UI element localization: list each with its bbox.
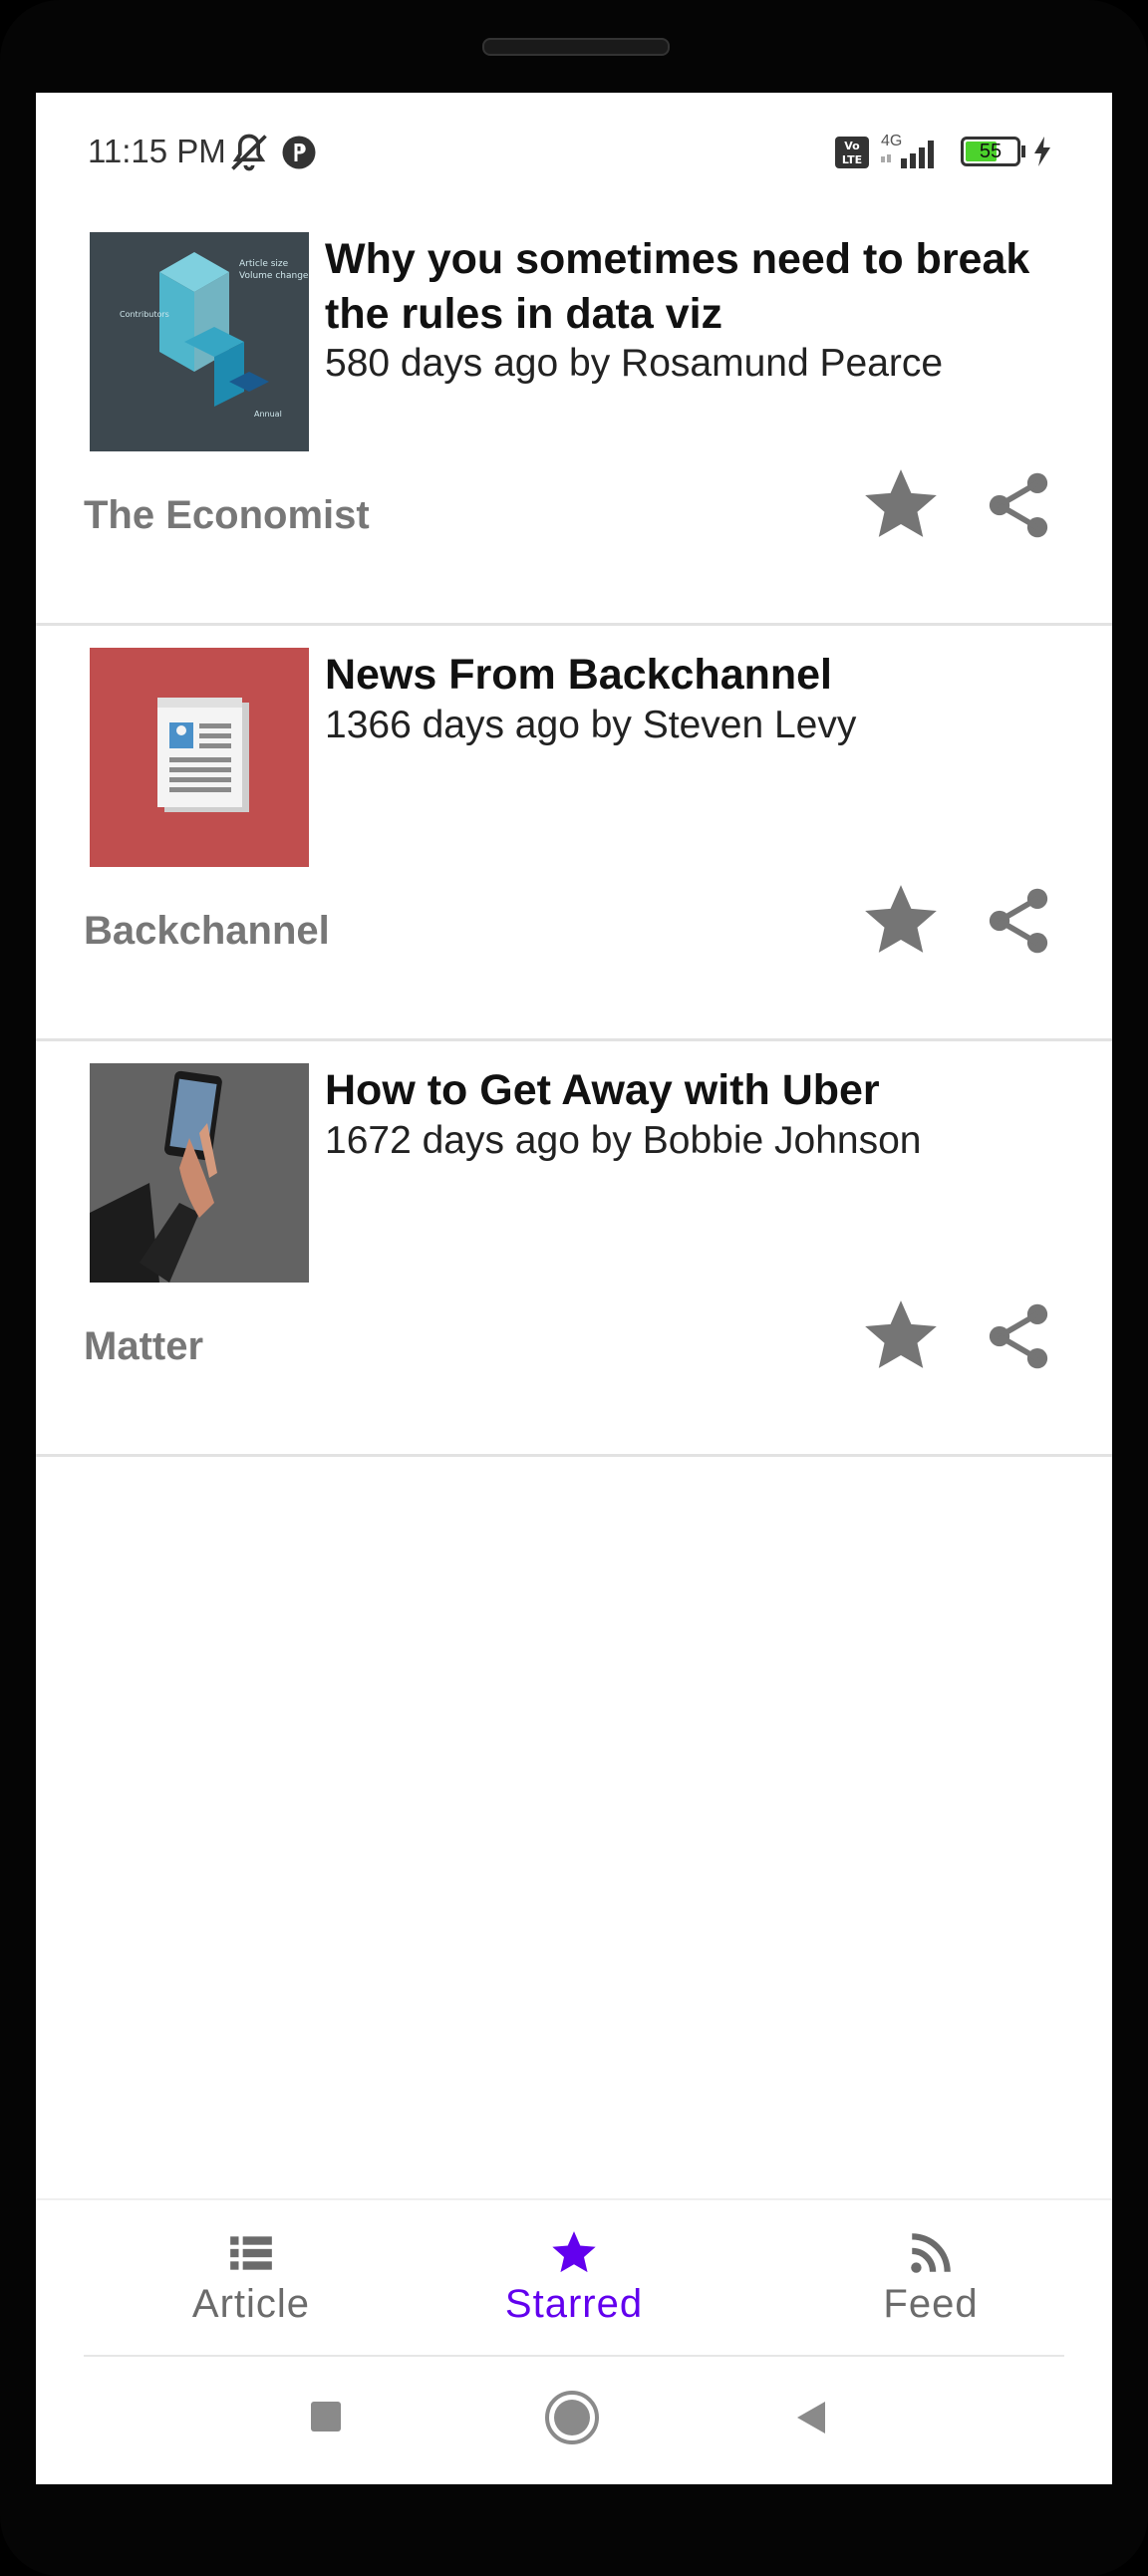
- list-icon: [230, 2236, 272, 2270]
- nav-divider: [84, 2355, 1064, 2357]
- signal-icon: [881, 141, 934, 168]
- nav-tab-feed[interactable]: Feed: [781, 2200, 1080, 2358]
- svg-text:Vo: Vo: [844, 140, 860, 152]
- volte-icon: Vo LTE: [835, 137, 869, 168]
- star-icon: [552, 2231, 596, 2273]
- charging-icon: [1034, 137, 1050, 166]
- home-icon[interactable]: [544, 2390, 600, 2445]
- rss-icon: [911, 2233, 951, 2273]
- nav-tab-starred[interactable]: Starred: [425, 2200, 723, 2358]
- status-bar: 11:15 PM Vo LTE 4G 55: [36, 93, 1112, 212]
- back-icon[interactable]: [791, 2398, 831, 2437]
- star-icon: [865, 885, 937, 953]
- svg-text:Volume change: Volume change: [239, 271, 309, 281]
- share-icon: [989, 472, 1048, 538]
- bottom-navigation: Article Starred Feed: [36, 2198, 1112, 2360]
- nav-label-feed: Feed: [883, 2282, 979, 2326]
- star-button[interactable]: [853, 457, 949, 553]
- article-source: Backchannel: [84, 909, 330, 953]
- svg-text:Article size: Article size: [239, 259, 289, 269]
- article-meta: 580 days ago by Rosamund Pearce: [325, 342, 944, 385]
- share-icon: [989, 888, 1048, 954]
- nav-label-article: Article: [191, 2282, 311, 2326]
- article-title[interactable]: Why you sometimes need to break the rule…: [325, 232, 1082, 342]
- nav-tab-article[interactable]: Article: [102, 2200, 401, 2358]
- article-card[interactable]: News From Backchannel 1366 days ago by S…: [36, 628, 1112, 1041]
- share-button[interactable]: [971, 457, 1066, 553]
- article-thumbnail[interactable]: [90, 648, 309, 867]
- phone-hand-thumbnail-icon: [90, 1063, 309, 1283]
- battery-icon: 55: [961, 137, 1020, 166]
- star-button[interactable]: [853, 1288, 949, 1384]
- share-button[interactable]: [971, 873, 1066, 969]
- star-icon: [865, 1300, 937, 1368]
- device-speaker: [482, 38, 670, 56]
- article-thumbnail[interactable]: Article size Volume change Contributors …: [90, 232, 309, 451]
- device-frame: 11:15 PM Vo LTE 4G 55 Article size Volum…: [0, 0, 1148, 2576]
- star-icon: [865, 469, 937, 537]
- star-button[interactable]: [853, 873, 949, 969]
- svg-text:LTE: LTE: [842, 153, 862, 166]
- article-meta: 1672 days ago by Bobbie Johnson: [325, 1119, 922, 1162]
- article-thumbnail[interactable]: [90, 1063, 309, 1283]
- article-source: Matter: [84, 1324, 204, 1368]
- nav-label-starred: Starred: [504, 2282, 644, 2326]
- recents-icon[interactable]: [309, 2400, 343, 2433]
- article-title[interactable]: News From Backchannel: [325, 648, 1082, 703]
- data-viz-thumbnail-icon: Article size Volume change Contributors …: [90, 232, 309, 451]
- article-title[interactable]: How to Get Away with Uber: [325, 1063, 1082, 1118]
- battery-level: 55: [979, 141, 1003, 162]
- svg-text:Contributors: Contributors: [120, 310, 169, 319]
- article-source: The Economist: [84, 493, 370, 537]
- article-meta: 1366 days ago by Steven Levy: [325, 704, 857, 746]
- svg-text:Annual: Annual: [254, 410, 282, 419]
- share-icon: [989, 1303, 1048, 1369]
- article-card[interactable]: Article size Volume change Contributors …: [36, 212, 1112, 626]
- mute-bell-icon: [231, 134, 267, 171]
- newspaper-thumbnail-icon: [90, 648, 309, 867]
- share-button[interactable]: [971, 1288, 1066, 1384]
- app-notification-icon: [282, 136, 316, 169]
- status-time: 11:15 PM: [88, 133, 226, 169]
- system-navigation-bar: [36, 2360, 1112, 2484]
- article-card[interactable]: How to Get Away with Uber 1672 days ago …: [36, 1043, 1112, 1457]
- battery-tip: [1021, 145, 1025, 157]
- screen: 11:15 PM Vo LTE 4G 55 Article size Volum…: [36, 93, 1112, 2484]
